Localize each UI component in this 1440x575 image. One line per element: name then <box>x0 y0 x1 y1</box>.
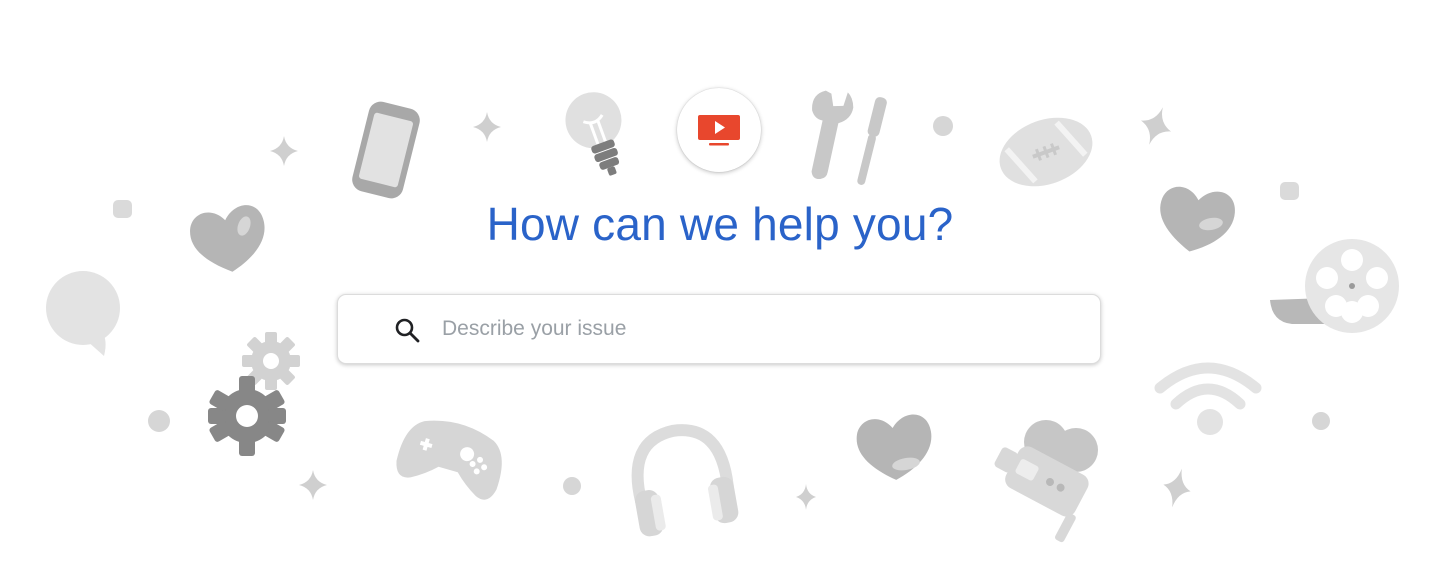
dot-icon <box>932 115 954 137</box>
phone-icon <box>346 100 426 200</box>
search-input[interactable] <box>442 309 1062 349</box>
sparkle-icon <box>267 134 301 168</box>
headphones-icon <box>628 424 739 537</box>
gear-icon <box>206 374 288 458</box>
youtube-tv-logo <box>677 88 761 172</box>
football-icon <box>996 112 1096 192</box>
lightbulb-icon <box>565 88 646 184</box>
dot-icon <box>1311 411 1331 431</box>
search-icon <box>395 318 420 343</box>
chat-bubble-icon <box>46 270 122 360</box>
gamepad-icon <box>396 410 508 502</box>
sparkle-icon <box>794 482 818 512</box>
heart-icon <box>854 408 936 482</box>
wifi-icon <box>1154 354 1262 438</box>
wrench-screwdriver-icon <box>800 86 892 192</box>
video-camera-icon <box>994 412 1106 543</box>
page-title: How can we help you? <box>486 198 954 250</box>
youtube-tv-icon <box>698 115 740 146</box>
sparkle-icon <box>296 468 330 502</box>
film-reel-icon <box>1266 238 1402 334</box>
search-bar[interactable] <box>337 294 1101 364</box>
sparkle-icon <box>1160 466 1194 510</box>
help-center-hero: How can we help you? <box>0 0 1440 575</box>
dot-icon <box>562 476 582 496</box>
dot-icon <box>147 409 171 433</box>
sparkle-icon <box>470 110 504 144</box>
sparkle-icon <box>1136 104 1176 148</box>
